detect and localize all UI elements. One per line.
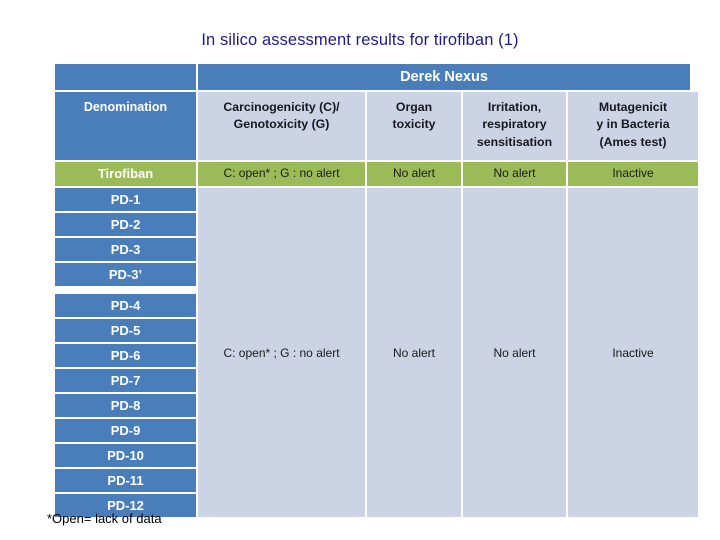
organ-line-2: toxicity xyxy=(392,117,436,132)
denomination-column: PD-1 PD-2 PD-3 PD-3’ PD-4 PD-5 PD-6 PD-7 PD-8 PD-… xyxy=(55,188,196,517)
row-label-tirofiban: Tirofiban xyxy=(55,162,196,186)
footnote: *Open= lack of data xyxy=(47,511,162,526)
pd-row-label: PD-9 xyxy=(55,419,196,442)
pd-row-label: PD-2 xyxy=(55,213,196,236)
tirofiban-carcinogenicity-value: C: open* ; G : no alert xyxy=(198,162,365,186)
irritation-line-2: respiratory xyxy=(482,117,547,132)
irritation-line-3: sensitisation xyxy=(476,134,553,149)
pd-row-label: PD-11 xyxy=(55,469,196,492)
pd-mutagenicity-value: Inactive xyxy=(568,188,698,517)
table-row: Tirofiban C: open* ; G : no alert No ale… xyxy=(55,162,698,186)
column-header-mutagenicity: Mutagenicit y in Bacteria (Ames test) xyxy=(568,92,698,160)
pd-row-label: PD-8 xyxy=(55,394,196,417)
pd-carcinogenicity-value: C: open* ; G : no alert xyxy=(198,188,365,517)
column-header-irritation: Irritation, respiratory sensitisation xyxy=(463,92,566,160)
table-header-row: Denomination Carcinogenicity (C)/ Genoto… xyxy=(55,92,698,160)
banner-group-derek-nexus: Derek Nexus xyxy=(198,64,690,90)
carcinogenicity-line-1: Carcinogenicity (C)/ xyxy=(223,100,340,114)
column-header-denomination: Denomination xyxy=(55,92,196,160)
column-header-carcinogenicity: Carcinogenicity (C)/ Genotoxicity (G) xyxy=(198,92,365,160)
mutagenicity-line-3: (Ames test) xyxy=(599,134,667,149)
irritation-line-1: Irritation, xyxy=(487,100,542,114)
organ-line-1: Organ xyxy=(395,100,433,114)
page-title: In silico assessment results for tirofib… xyxy=(201,31,519,49)
table-body-region: PD-1 PD-2 PD-3 PD-3’ PD-4 PD-5 PD-6 PD-7 PD-8 PD-… xyxy=(55,188,698,517)
pd-row-label: PD-10 xyxy=(55,444,196,467)
pd-row-label: PD-5 xyxy=(55,319,196,342)
tirofiban-organ-toxicity-value: No alert xyxy=(367,162,461,186)
results-table: Derek Nexus Denomination Carcinogenicity… xyxy=(55,64,698,517)
table-banner-row: Derek Nexus xyxy=(55,64,690,90)
pd-row-label: PD-3’ xyxy=(55,263,196,286)
pd-row-label: PD-6 xyxy=(55,344,196,367)
pd-row-label: PD-1 xyxy=(55,188,196,211)
pd-row-label: PD-4 xyxy=(55,294,196,317)
tirofiban-irritation-value: No alert xyxy=(463,162,566,186)
carcinogenicity-line-2: Genotoxicity (G) xyxy=(233,117,330,132)
banner-blank-cell xyxy=(55,64,196,90)
mutagenicity-line-2: y in Bacteria xyxy=(596,117,670,132)
column-header-organ-toxicity: Organ toxicity xyxy=(367,92,461,160)
pd-row-label: PD-7 xyxy=(55,369,196,392)
pd-row-label: PD-3 xyxy=(55,238,196,261)
mutagenicity-line-1: Mutagenicit xyxy=(598,100,668,114)
pd-organ-toxicity-value: No alert xyxy=(367,188,461,517)
pd-irritation-value: No alert xyxy=(463,188,566,517)
tirofiban-mutagenicity-value: Inactive xyxy=(568,162,698,186)
